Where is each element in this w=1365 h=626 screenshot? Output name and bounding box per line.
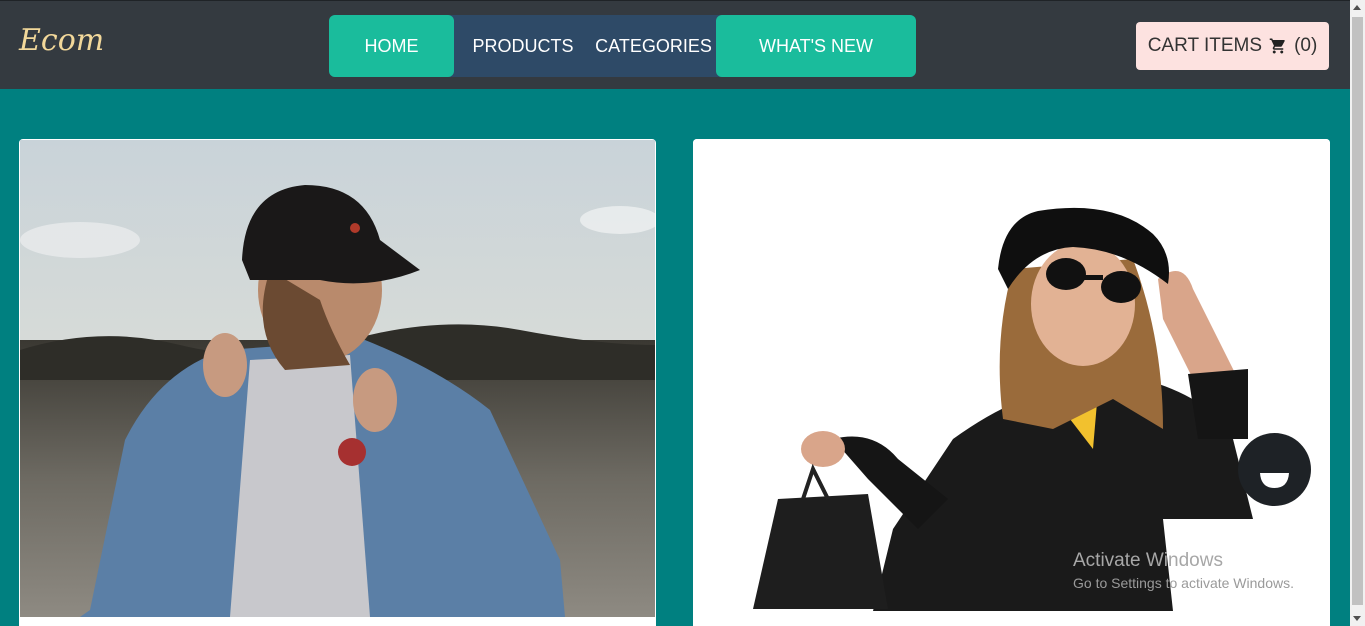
nav-categories[interactable]: CATEGORIES xyxy=(591,15,716,77)
cart-icon xyxy=(1269,38,1285,54)
windows-activation-subtitle: Go to Settings to activate Windows. xyxy=(1073,575,1294,591)
cart-count: (0) xyxy=(1294,35,1318,56)
nav-whats-new[interactable]: WHAT'S NEW xyxy=(716,15,916,77)
page-scrollbar[interactable] xyxy=(1350,0,1365,626)
product-image-men[interactable] xyxy=(20,140,655,617)
windows-activation-title: Activate Windows xyxy=(1073,550,1223,571)
woman-shopping-photo xyxy=(693,139,1330,611)
cart-button[interactable]: CART ITEMS (0) xyxy=(1136,22,1329,70)
chat-smile-icon xyxy=(1260,473,1289,488)
scroll-down-icon[interactable] xyxy=(1353,616,1361,621)
top-navbar: Ecom HOME PRODUCTS CATEGORIES WHAT'S NEW… xyxy=(0,0,1350,89)
scroll-up-icon[interactable] xyxy=(1353,5,1361,10)
product-image-women[interactable] xyxy=(693,139,1330,611)
nav-products[interactable]: PRODUCTS xyxy=(459,15,587,77)
product-card-women[interactable] xyxy=(693,139,1330,626)
cart-label: CART ITEMS xyxy=(1147,35,1263,56)
product-card-men[interactable] xyxy=(19,139,656,626)
brand-logo[interactable]: Ecom xyxy=(19,23,104,58)
scroll-thumb[interactable] xyxy=(1352,17,1363,605)
main-nav: HOME PRODUCTS CATEGORIES WHAT'S NEW xyxy=(329,15,916,77)
man-denim-jacket-photo xyxy=(20,140,655,617)
nav-home[interactable]: HOME xyxy=(329,15,454,77)
chat-widget-button[interactable] xyxy=(1238,433,1311,506)
